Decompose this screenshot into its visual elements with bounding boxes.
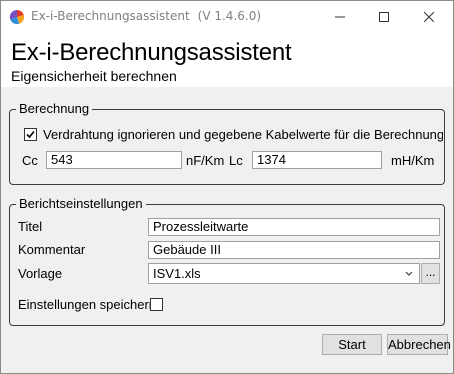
titel-input[interactable]: Prozessleitwarte	[148, 218, 440, 236]
vorlage-select[interactable]: ISV1.xls	[148, 263, 420, 284]
window-title: Ex-i-Berechnungsassistent (V 1.4.6.0)	[31, 9, 261, 23]
lc-unit: mH/Km	[391, 153, 435, 168]
window-version: (V 1.4.6.0)	[197, 9, 262, 23]
vorlage-label: Vorlage	[18, 266, 63, 281]
browse-button[interactable]: ...	[421, 263, 440, 284]
minimize-icon	[335, 16, 345, 17]
berechnung-legend: Berechnung	[16, 101, 93, 116]
cc-input[interactable]: 543	[46, 151, 182, 169]
header-panel: Ex-i-Berechnungsassistent Eigensicherhei…	[1, 32, 453, 87]
cc-unit: nF/Km	[186, 153, 225, 168]
minimize-button[interactable]	[317, 1, 363, 32]
page-title: Ex-i-Berechnungsassistent	[11, 39, 292, 66]
lc-label: Lc	[229, 153, 243, 168]
app-logo-icon	[9, 9, 25, 25]
vorlage-selected: ISV1.xls	[153, 266, 201, 281]
close-icon	[424, 11, 434, 22]
kommentar-input[interactable]: Gebäude III	[148, 241, 440, 259]
app-window: Ex-i-Berechnungsassistent (V 1.4.6.0) Ex-…	[0, 0, 454, 374]
cancel-button[interactable]: Abbrechen	[387, 334, 451, 355]
checkmark-icon	[26, 130, 35, 139]
start-button[interactable]: Start	[322, 334, 382, 355]
save-settings-checkbox[interactable]	[150, 298, 163, 311]
maximize-button[interactable]	[361, 1, 407, 32]
ignore-wiring-label: Verdrahtung ignorieren und gegebene Kabe…	[43, 127, 443, 142]
chevron-down-icon	[405, 271, 413, 276]
page-subtitle: Eigensicherheit berechnen	[11, 68, 177, 84]
berechnung-group: Berechnung Verdrahtung ignorieren und ge…	[9, 101, 445, 185]
window-title-text: Ex-i-Berechnungsassistent	[31, 9, 190, 23]
titel-label: Titel	[18, 219, 43, 234]
save-settings-label: Einstellungen speichern	[18, 297, 157, 312]
lc-input[interactable]: 1374	[252, 151, 382, 169]
close-button[interactable]	[406, 1, 452, 32]
title-bar: Ex-i-Berechnungsassistent (V 1.4.6.0)	[1, 1, 453, 32]
ignore-wiring-checkbox[interactable]	[24, 128, 37, 141]
cc-label: Cc	[22, 153, 38, 168]
kommentar-label: Kommentar	[18, 242, 86, 257]
maximize-icon	[379, 11, 389, 22]
bericht-group: Berichtseinstellungen Titel Prozessleitw…	[9, 196, 445, 326]
bericht-legend: Berichtseinstellungen	[16, 196, 146, 211]
